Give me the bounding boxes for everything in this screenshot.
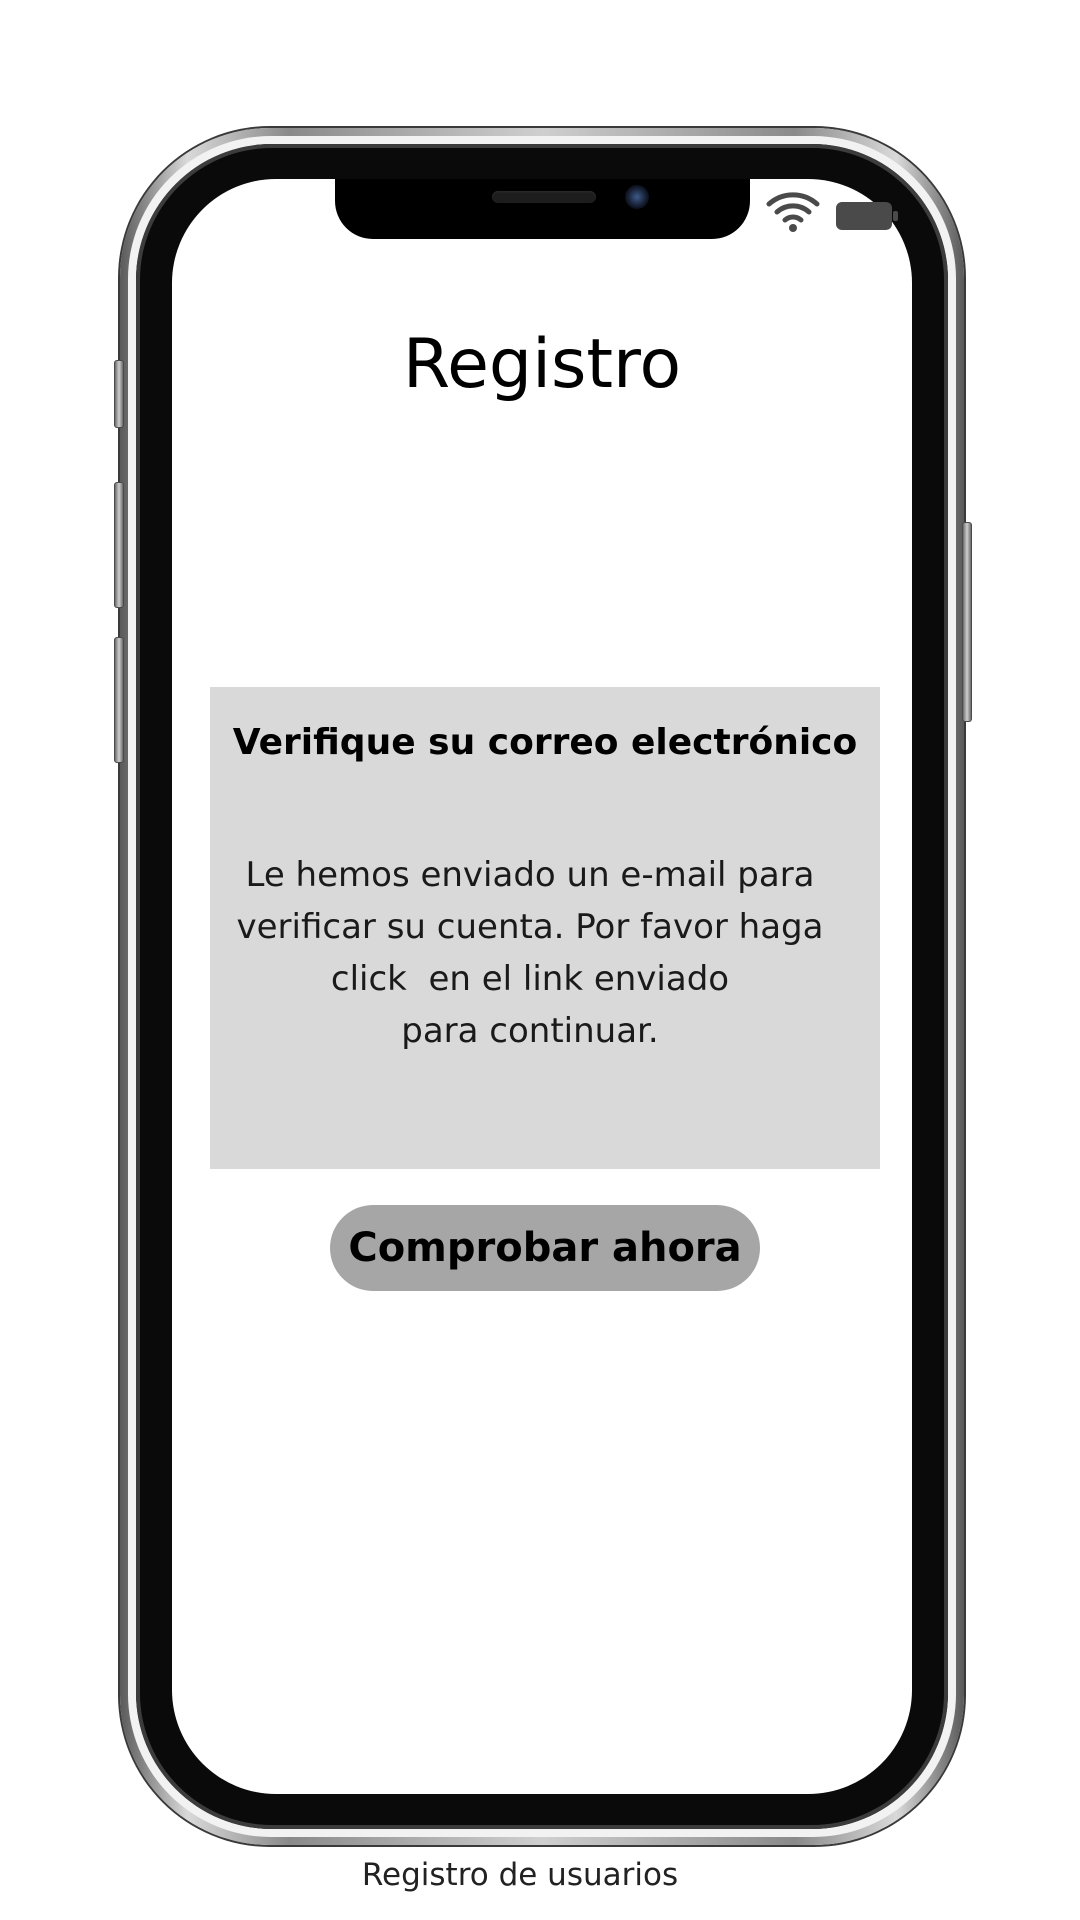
page-title: Registro xyxy=(402,325,682,404)
volume-down-button xyxy=(114,637,124,763)
canvas: Registro Verifique su correo electrónico… xyxy=(0,0,1080,1920)
status-bar xyxy=(765,190,900,235)
front-camera xyxy=(625,185,649,209)
card-message-line: verificar su cuenta. Por favor haga xyxy=(236,907,824,947)
card-message-line: para continuar. xyxy=(401,1011,659,1051)
verification-card: Verifique su correo electrónico Le hemos… xyxy=(210,687,880,1169)
card-message-line: click en el link enviado xyxy=(330,959,730,999)
battery-icon xyxy=(836,202,898,230)
speaker-grille xyxy=(492,191,596,203)
power-button xyxy=(962,522,972,722)
card-message: Le hemos enviado un e-mail para verifica… xyxy=(210,849,850,1057)
notch xyxy=(335,179,750,239)
mute-switch xyxy=(114,360,124,428)
check-now-button[interactable]: Comprobar ahora xyxy=(330,1205,760,1291)
card-heading: Verifique su correo electrónico xyxy=(232,722,858,763)
wifi-icon xyxy=(766,192,820,232)
caption: Registro de usuarios xyxy=(361,1857,679,1893)
volume-up-button xyxy=(114,482,124,608)
card-message-line: Le hemos enviado un e-mail para xyxy=(245,855,815,895)
